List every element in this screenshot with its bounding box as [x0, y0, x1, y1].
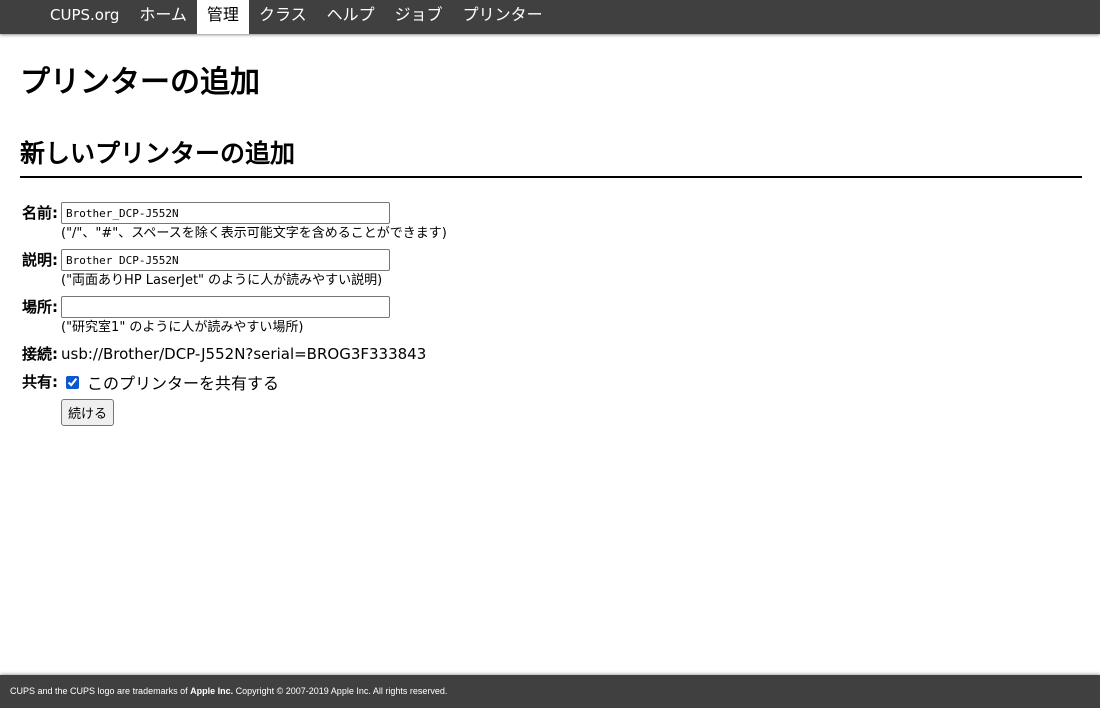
main-content: プリンターの追加 新しいプリンターの追加 名前: ("/"、"#"、スペースを除… — [20, 34, 1082, 426]
form-table: 名前: ("/"、"#"、スペースを除く表示可能文字を含めることができます) 説… — [20, 202, 447, 426]
nav-item-brand: CUPS.org — [40, 0, 129, 34]
nav-link-classes[interactable]: クラス — [249, 0, 317, 34]
location-input[interactable] — [61, 296, 390, 318]
nav-item-admin: 管理 — [196, 0, 249, 34]
nav-link-admin[interactable]: 管理 — [196, 0, 249, 34]
description-row: 説明: ("両面ありHP LaserJet" のように人が読みやすい説明) — [20, 249, 447, 290]
nav-item-classes: クラス — [249, 0, 317, 34]
connection-row: 接続: usb://Brother/DCP-J552N?serial=BROG3… — [20, 343, 447, 365]
continue-row: 続ける — [20, 393, 447, 426]
location-label: 場所: — [22, 298, 58, 316]
location-hint: ("研究室1" のように人が読みやすい場所) — [61, 320, 304, 335]
nav-item-jobs: ジョブ — [385, 0, 453, 34]
nav-link-jobs[interactable]: ジョブ — [385, 0, 453, 34]
section-title: 新しいプリンターの追加 — [20, 138, 1082, 178]
footer-suffix: Copyright © 2007-2019 Apple Inc. All rig… — [233, 686, 448, 696]
nav-item-printers: プリンター — [453, 0, 553, 34]
footer-prefix: CUPS and the CUPS logo are trademarks of — [10, 686, 191, 696]
name-hint: ("/"、"#"、スペースを除く表示可能文字を含めることができます) — [61, 226, 447, 241]
nav-item-home: ホーム — [129, 0, 197, 34]
location-row: 場所: ("研究室1" のように人が読みやすい場所) — [20, 296, 447, 337]
nav-link-help[interactable]: ヘルプ — [317, 0, 385, 34]
nav-link-printers[interactable]: プリンター — [453, 0, 553, 34]
nav-link-home[interactable]: ホーム — [129, 0, 197, 34]
add-printer-form: 名前: ("/"、"#"、スペースを除く表示可能文字を含めることができます) 説… — [20, 202, 1082, 426]
continue-button[interactable]: 続ける — [61, 399, 115, 426]
nav-list: CUPS.org ホーム 管理 クラス ヘルプ ジョブ プリンター — [0, 0, 1100, 34]
top-navbar: CUPS.org ホーム 管理 クラス ヘルプ ジョブ プリンター — [0, 0, 1100, 34]
footer: CUPS and the CUPS logo are trademarks of… — [0, 675, 1100, 708]
sharing-label: 共有: — [22, 373, 58, 391]
connection-label: 接続: — [22, 345, 58, 363]
name-input[interactable] — [61, 202, 390, 224]
share-printer-label: このプリンターを共有する — [87, 374, 280, 393]
description-label: 説明: — [22, 251, 58, 269]
description-hint: ("両面ありHP LaserJet" のように人が読みやすい説明) — [61, 273, 383, 288]
sharing-row: 共有: このプリンターを共有する — [20, 371, 447, 393]
footer-company: Apple Inc. — [190, 686, 234, 696]
connection-uri: usb://Brother/DCP-J552N?serial=BROG3F333… — [61, 345, 427, 363]
name-label: 名前: — [22, 204, 58, 222]
nav-link-cups-org[interactable]: CUPS.org — [40, 0, 129, 34]
description-input[interactable] — [61, 249, 390, 271]
share-printer-checkbox[interactable] — [66, 375, 79, 389]
name-row: 名前: ("/"、"#"、スペースを除く表示可能文字を含めることができます) — [20, 202, 447, 243]
nav-item-help: ヘルプ — [317, 0, 385, 34]
share-option[interactable]: このプリンターを共有する — [61, 371, 447, 393]
page-title: プリンターの追加 — [20, 65, 260, 100]
